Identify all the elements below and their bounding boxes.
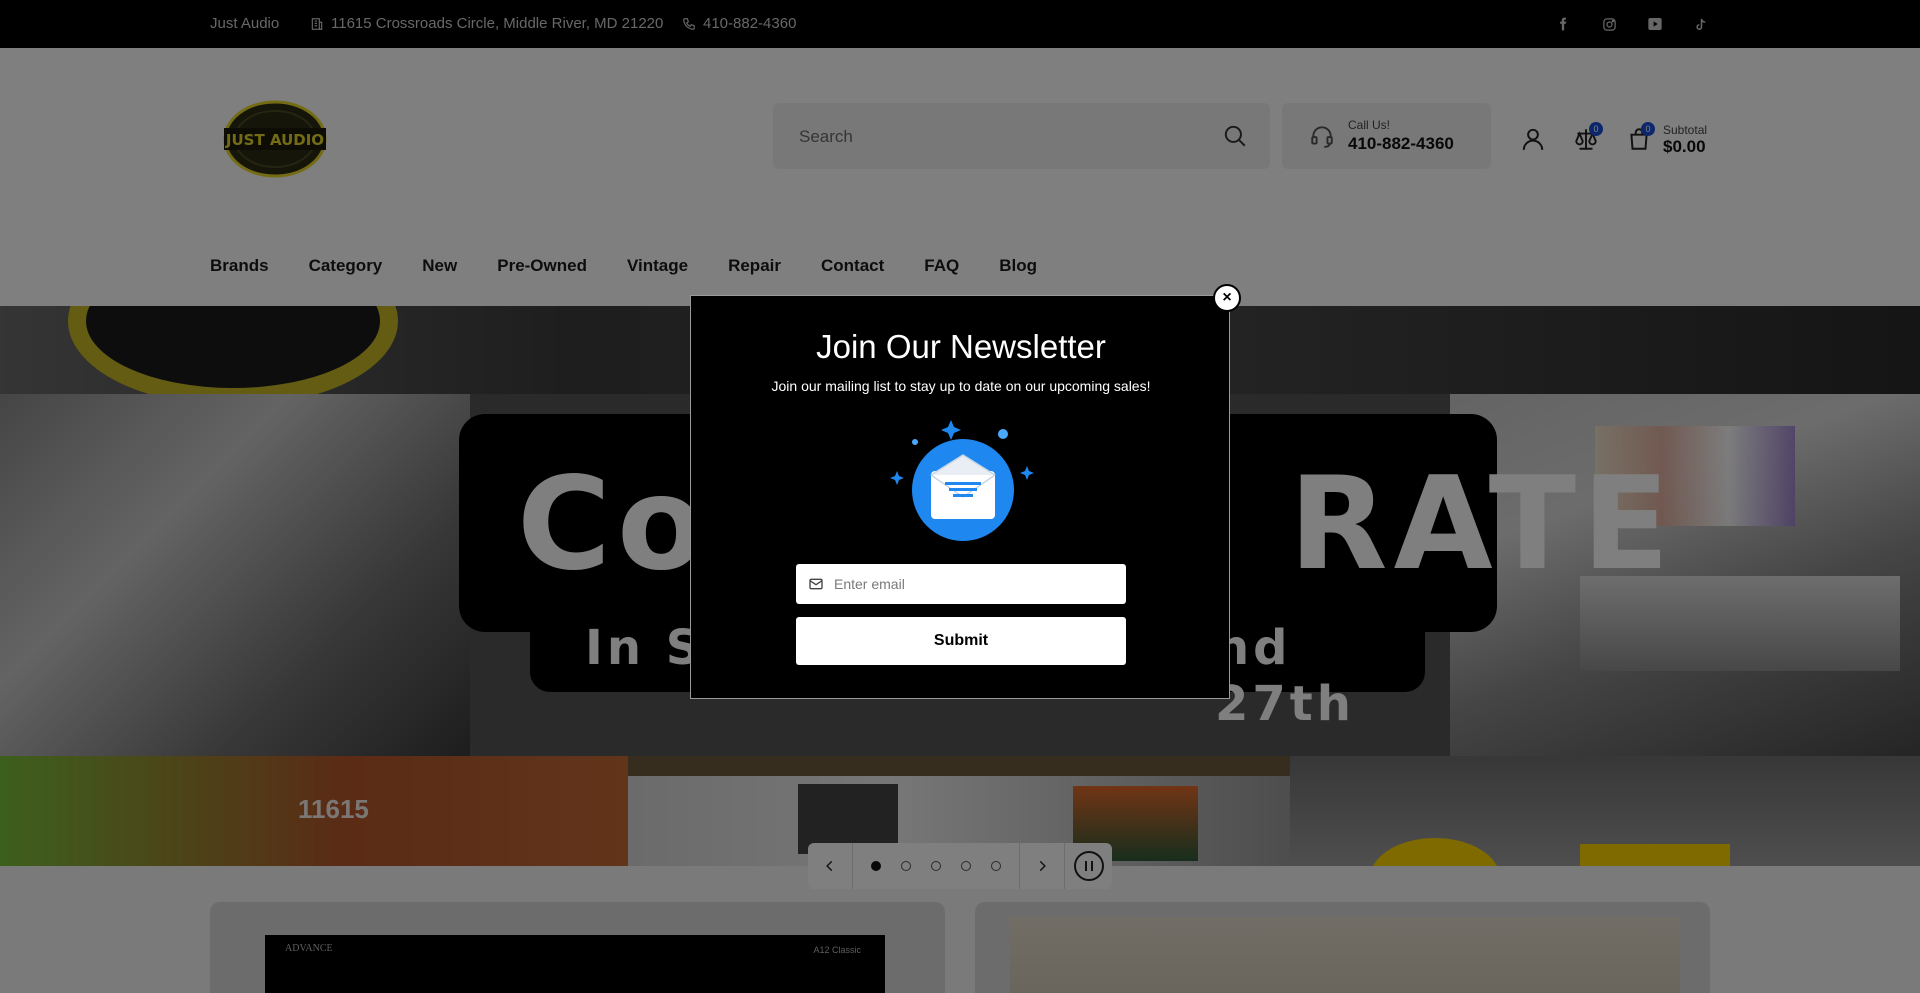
submit-button[interactable]: Submit bbox=[796, 617, 1126, 665]
envelope-icon bbox=[890, 420, 1034, 541]
modal-subtitle: Join our mailing list to stay up to date… bbox=[771, 378, 1151, 394]
modal-close-button[interactable]: × bbox=[1213, 284, 1241, 312]
mail-icon bbox=[809, 578, 823, 590]
email-field[interactable] bbox=[796, 564, 1126, 604]
email-input[interactable] bbox=[834, 564, 1114, 604]
modal-title: Join Our Newsletter bbox=[816, 328, 1106, 365]
newsletter-modal: × Join Our Newsletter Join our mailing l… bbox=[690, 284, 1241, 699]
